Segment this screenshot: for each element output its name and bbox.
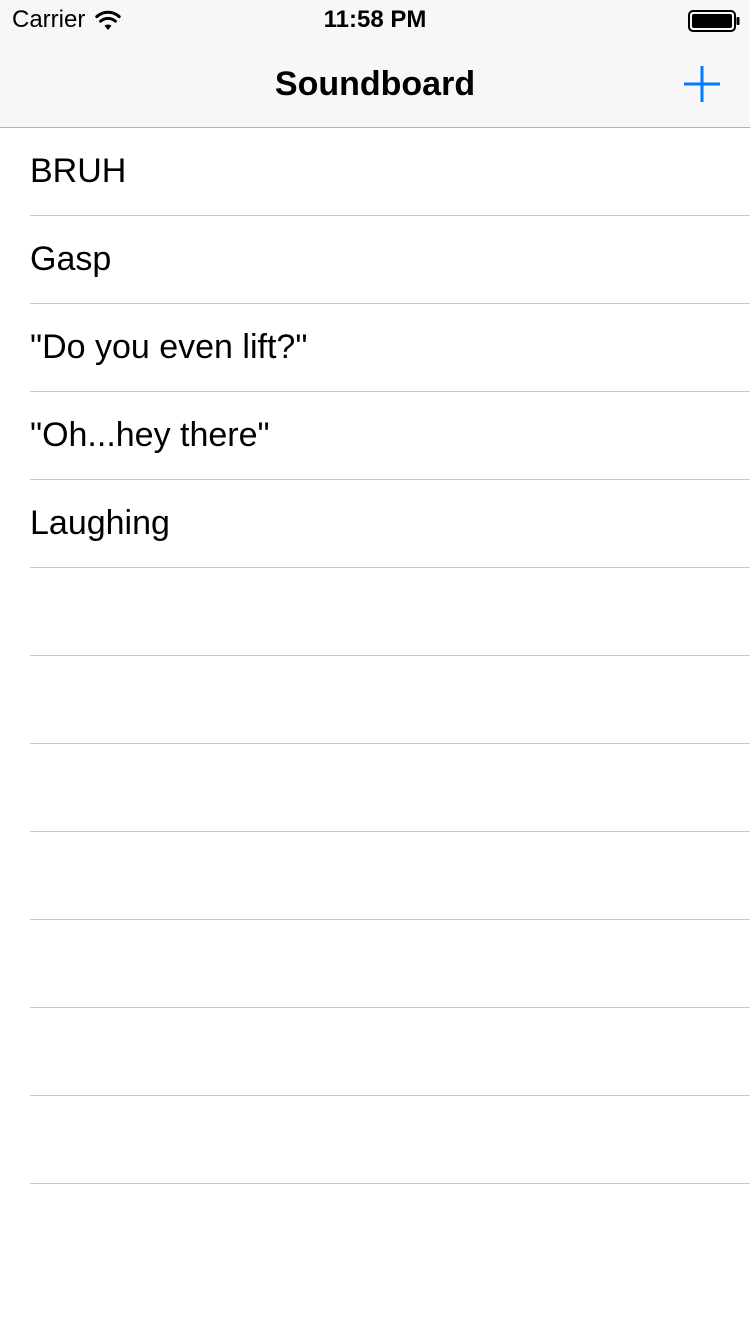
top-bar: Carrier 11:58 PM Soundboard bbox=[0, 0, 750, 128]
empty-row bbox=[30, 1096, 750, 1184]
sound-label: "Do you even lift?" bbox=[30, 328, 308, 366]
empty-row bbox=[30, 832, 750, 920]
sound-row[interactable]: "Do you even lift?" bbox=[30, 304, 750, 392]
empty-row bbox=[30, 568, 750, 656]
empty-row bbox=[30, 744, 750, 832]
sound-label: Gasp bbox=[30, 240, 112, 278]
sound-label: BRUH bbox=[30, 152, 127, 190]
battery-full-icon bbox=[688, 10, 740, 32]
sound-row[interactable]: Gasp bbox=[30, 216, 750, 304]
status-time: 11:58 PM bbox=[323, 6, 427, 33]
add-sound-button[interactable] bbox=[672, 54, 732, 114]
sound-label: Laughing bbox=[30, 504, 170, 542]
app-screen: Carrier 11:58 PM Soundboard BRUH Gasp "D… bbox=[0, 0, 750, 1334]
sound-list: BRUH Gasp "Do you even lift?" "Oh...hey … bbox=[0, 128, 750, 1184]
navigation-bar: Soundboard bbox=[0, 40, 750, 128]
empty-row bbox=[30, 1008, 750, 1096]
plus-icon bbox=[684, 66, 720, 102]
sound-row[interactable]: "Oh...hey there" bbox=[30, 392, 750, 480]
empty-row bbox=[30, 656, 750, 744]
sound-row[interactable]: Laughing bbox=[30, 480, 750, 568]
page-title: Soundboard bbox=[274, 65, 476, 103]
sound-label: "Oh...hey there" bbox=[30, 416, 270, 454]
status-bar: Carrier 11:58 PM bbox=[0, 0, 750, 40]
sound-row[interactable]: BRUH bbox=[30, 128, 750, 216]
empty-row bbox=[30, 920, 750, 1008]
